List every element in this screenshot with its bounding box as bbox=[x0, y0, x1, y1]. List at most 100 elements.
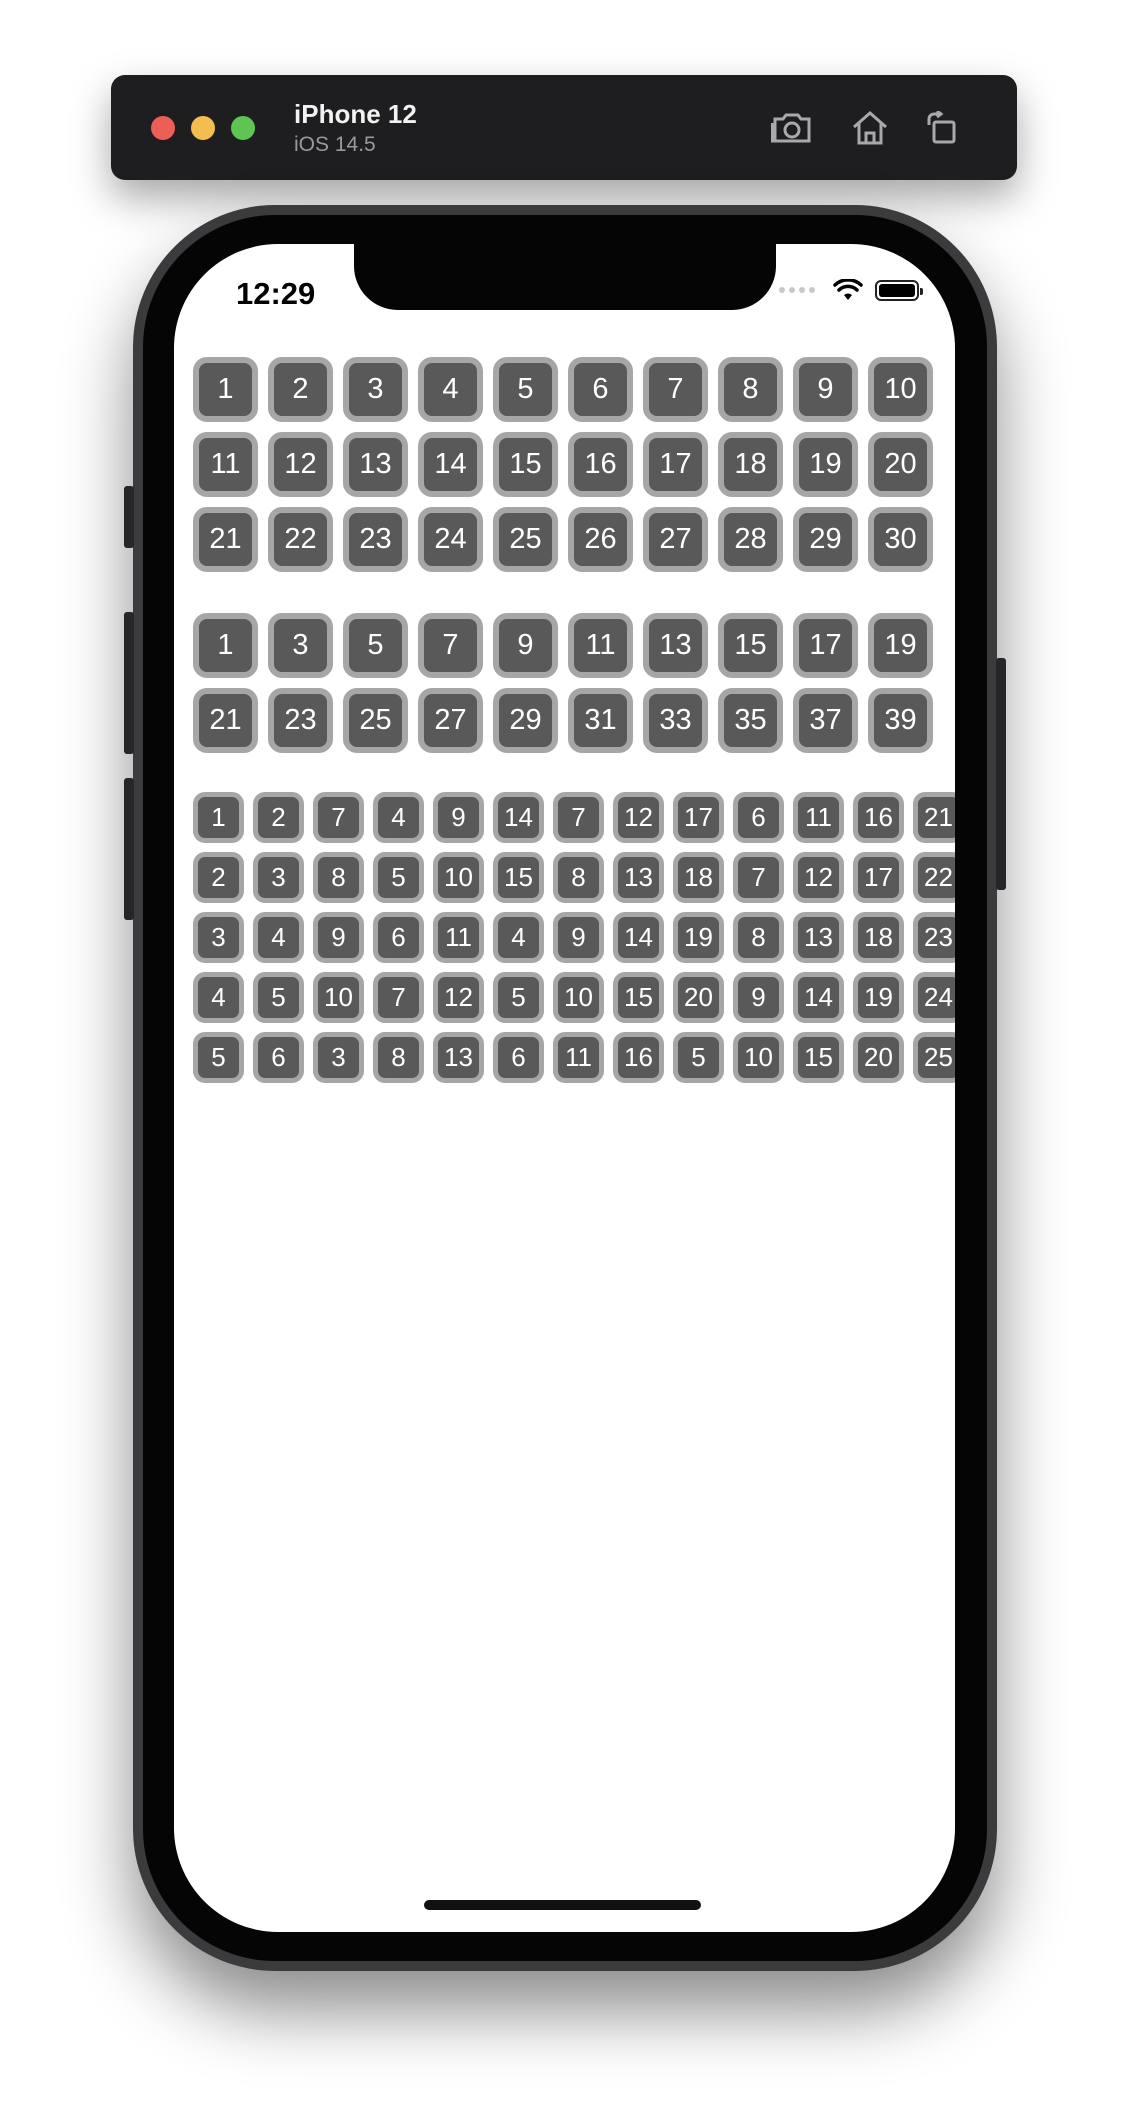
number-tile[interactable]: 23 bbox=[343, 507, 408, 572]
number-tile[interactable]: 17 bbox=[853, 852, 904, 903]
number-tile[interactable]: 9 bbox=[313, 912, 364, 963]
number-tile[interactable]: 14 bbox=[793, 972, 844, 1023]
close-window-button[interactable] bbox=[151, 116, 175, 140]
number-tile[interactable]: 12 bbox=[793, 852, 844, 903]
number-tile[interactable]: 25 bbox=[493, 507, 558, 572]
screenshot-icon[interactable] bbox=[769, 105, 815, 151]
number-tile[interactable]: 6 bbox=[568, 357, 633, 422]
number-tile[interactable]: 20 bbox=[868, 432, 933, 497]
number-tile[interactable]: 23 bbox=[268, 688, 333, 753]
number-tile[interactable]: 8 bbox=[733, 912, 784, 963]
number-tile[interactable]: 15 bbox=[613, 972, 664, 1023]
number-tile[interactable]: 17 bbox=[643, 432, 708, 497]
number-tile[interactable]: 24 bbox=[913, 972, 955, 1023]
number-tile[interactable]: 7 bbox=[553, 792, 604, 843]
number-tile[interactable]: 8 bbox=[373, 1032, 424, 1083]
number-tile[interactable]: 12 bbox=[433, 972, 484, 1023]
number-tile[interactable]: 5 bbox=[253, 972, 304, 1023]
number-tile[interactable]: 10 bbox=[313, 972, 364, 1023]
number-tile[interactable]: 15 bbox=[793, 1032, 844, 1083]
action-button[interactable] bbox=[124, 486, 134, 548]
number-tile[interactable]: 1 bbox=[193, 613, 258, 678]
home-indicator[interactable] bbox=[424, 1900, 701, 1910]
number-tile[interactable]: 17 bbox=[673, 792, 724, 843]
number-tile[interactable]: 25 bbox=[913, 1032, 955, 1083]
number-tile[interactable]: 29 bbox=[793, 507, 858, 572]
number-tile[interactable]: 27 bbox=[418, 688, 483, 753]
number-tile[interactable]: 2 bbox=[268, 357, 333, 422]
number-tile[interactable]: 6 bbox=[373, 912, 424, 963]
number-tile[interactable]: 10 bbox=[868, 357, 933, 422]
volume-down-button[interactable] bbox=[124, 778, 134, 920]
number-tile[interactable]: 11 bbox=[553, 1032, 604, 1083]
number-tile[interactable]: 7 bbox=[418, 613, 483, 678]
number-tile[interactable]: 11 bbox=[433, 912, 484, 963]
number-tile[interactable]: 8 bbox=[718, 357, 783, 422]
number-tile[interactable]: 29 bbox=[493, 688, 558, 753]
number-tile[interactable]: 12 bbox=[268, 432, 333, 497]
number-tile[interactable]: 37 bbox=[793, 688, 858, 753]
number-tile[interactable]: 21 bbox=[193, 507, 258, 572]
number-tile[interactable]: 6 bbox=[493, 1032, 544, 1083]
number-tile[interactable]: 33 bbox=[643, 688, 708, 753]
number-tile[interactable]: 9 bbox=[493, 613, 558, 678]
number-tile[interactable]: 4 bbox=[253, 912, 304, 963]
number-tile[interactable]: 5 bbox=[373, 852, 424, 903]
number-tile[interactable]: 5 bbox=[493, 972, 544, 1023]
number-tile[interactable]: 6 bbox=[253, 1032, 304, 1083]
number-tile[interactable]: 1 bbox=[193, 792, 244, 843]
number-tile[interactable]: 19 bbox=[793, 432, 858, 497]
number-tile[interactable]: 14 bbox=[493, 792, 544, 843]
number-tile[interactable]: 13 bbox=[643, 613, 708, 678]
number-tile[interactable]: 16 bbox=[613, 1032, 664, 1083]
number-tile[interactable]: 4 bbox=[418, 357, 483, 422]
number-tile[interactable]: 4 bbox=[373, 792, 424, 843]
number-tile[interactable]: 19 bbox=[853, 972, 904, 1023]
number-tile[interactable]: 22 bbox=[268, 507, 333, 572]
number-tile[interactable]: 11 bbox=[793, 792, 844, 843]
number-tile[interactable]: 4 bbox=[493, 912, 544, 963]
number-tile[interactable]: 18 bbox=[673, 852, 724, 903]
number-tile[interactable]: 22 bbox=[913, 852, 955, 903]
rotate-icon[interactable] bbox=[919, 105, 965, 151]
number-tile[interactable]: 14 bbox=[613, 912, 664, 963]
number-tile[interactable]: 18 bbox=[718, 432, 783, 497]
minimize-window-button[interactable] bbox=[191, 116, 215, 140]
number-tile[interactable]: 31 bbox=[568, 688, 633, 753]
number-tile[interactable]: 5 bbox=[673, 1032, 724, 1083]
volume-up-button[interactable] bbox=[124, 612, 134, 754]
number-tile[interactable]: 15 bbox=[718, 613, 783, 678]
number-tile[interactable]: 16 bbox=[853, 792, 904, 843]
number-tile[interactable]: 3 bbox=[193, 912, 244, 963]
number-tile[interactable]: 3 bbox=[313, 1032, 364, 1083]
number-tile[interactable]: 35 bbox=[718, 688, 783, 753]
power-button[interactable] bbox=[996, 658, 1006, 890]
number-tile[interactable]: 3 bbox=[253, 852, 304, 903]
number-tile[interactable]: 5 bbox=[493, 357, 558, 422]
number-tile[interactable]: 7 bbox=[373, 972, 424, 1023]
number-tile[interactable]: 28 bbox=[718, 507, 783, 572]
number-tile[interactable]: 5 bbox=[343, 613, 408, 678]
number-tile[interactable]: 5 bbox=[193, 1032, 244, 1083]
number-tile[interactable]: 13 bbox=[343, 432, 408, 497]
number-tile[interactable]: 6 bbox=[733, 792, 784, 843]
number-tile[interactable]: 21 bbox=[193, 688, 258, 753]
number-tile[interactable]: 11 bbox=[193, 432, 258, 497]
number-tile[interactable]: 10 bbox=[553, 972, 604, 1023]
number-tile[interactable]: 12 bbox=[613, 792, 664, 843]
number-tile[interactable]: 20 bbox=[853, 1032, 904, 1083]
number-tile[interactable]: 9 bbox=[433, 792, 484, 843]
number-tile[interactable]: 26 bbox=[568, 507, 633, 572]
number-tile[interactable]: 9 bbox=[733, 972, 784, 1023]
number-tile[interactable]: 9 bbox=[553, 912, 604, 963]
number-tile[interactable]: 24 bbox=[418, 507, 483, 572]
number-tile[interactable]: 2 bbox=[193, 852, 244, 903]
number-tile[interactable]: 7 bbox=[733, 852, 784, 903]
number-tile[interactable]: 15 bbox=[493, 852, 544, 903]
number-tile[interactable]: 10 bbox=[433, 852, 484, 903]
number-tile[interactable]: 23 bbox=[913, 912, 955, 963]
number-tile[interactable]: 27 bbox=[643, 507, 708, 572]
number-tile[interactable]: 4 bbox=[193, 972, 244, 1023]
number-tile[interactable]: 1 bbox=[193, 357, 258, 422]
number-tile[interactable]: 13 bbox=[793, 912, 844, 963]
